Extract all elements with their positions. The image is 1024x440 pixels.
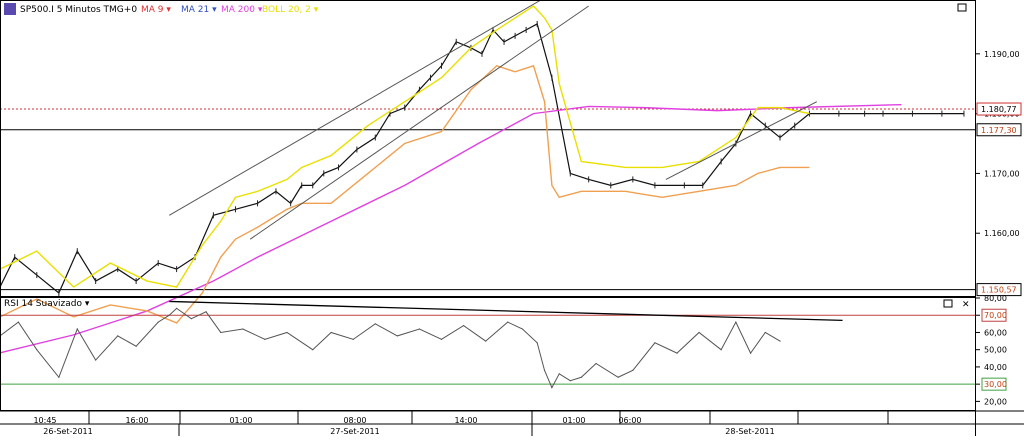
x-tick-label: 10:45 bbox=[33, 416, 56, 425]
rsi-point bbox=[543, 369, 546, 371]
ma9-label[interactable]: MA 9 ▾ bbox=[141, 5, 171, 15]
trading-chart: SP500.I 5 Minutos TMG+0 MA 9 ▾ MA 21 ▾ M… bbox=[0, 0, 1024, 436]
rsi-point bbox=[580, 376, 582, 378]
rsi-point bbox=[462, 324, 465, 327]
rsi-point bbox=[654, 342, 656, 344]
date-label: 28-Set-2011 bbox=[725, 427, 774, 436]
rsi-point bbox=[58, 376, 60, 378]
rsi-point bbox=[117, 335, 119, 337]
x-tick-label: 01:00 bbox=[562, 416, 585, 425]
rsi-frame bbox=[0, 297, 976, 411]
rsi-point bbox=[205, 311, 207, 313]
rsi-point bbox=[220, 331, 222, 334]
rsi-point bbox=[95, 359, 97, 361]
rsi-point bbox=[720, 349, 722, 351]
rsi-point bbox=[551, 387, 553, 389]
rsi-point bbox=[242, 328, 244, 330]
rsi-point bbox=[676, 352, 678, 354]
symbol-label[interactable]: SP500.I 5 Minutos TMG+0 bbox=[20, 5, 137, 15]
rsi-point bbox=[352, 338, 354, 340]
date-label: 26-Set-2011 bbox=[43, 427, 92, 436]
rsi-point bbox=[312, 349, 314, 351]
rsi-y-tick-label: 60,00 bbox=[984, 328, 1007, 337]
rsi-point bbox=[157, 321, 159, 323]
symbol-icon bbox=[4, 3, 16, 15]
rsi-point bbox=[558, 373, 560, 375]
rsi-point bbox=[418, 328, 421, 330]
date-label: 27-Set-2011 bbox=[330, 427, 379, 436]
rsi-point bbox=[374, 323, 376, 325]
rsi-point bbox=[595, 362, 597, 365]
rsi-trendline[interactable] bbox=[169, 300, 843, 322]
axes: ✕1.190,001.180,001.170,001.160,001.180,7… bbox=[0, 0, 1024, 436]
ma21-label[interactable]: MA 21 ▾ bbox=[181, 5, 217, 15]
rsi-point bbox=[485, 340, 487, 342]
boll-label[interactable]: BOLL 20, 2 ▾ bbox=[262, 5, 319, 15]
trendline[interactable] bbox=[249, 5, 589, 240]
maximize-icon[interactable] bbox=[957, 3, 967, 12]
rsi-point bbox=[521, 328, 524, 330]
rsi-y-tick-label: 80,00 bbox=[984, 294, 1007, 303]
rsi-point bbox=[632, 369, 634, 371]
rsi-point bbox=[76, 328, 78, 330]
ma200-label[interactable]: MA 200 ▾ bbox=[221, 5, 263, 15]
x-tick-label: 16:00 bbox=[125, 416, 148, 425]
rsi-point bbox=[330, 331, 332, 334]
chart-canvas: SP500.I 5 Minutos TMG+0 MA 9 ▾ MA 21 ▾ M… bbox=[0, 0, 1024, 436]
x-tick-label: 08:00 bbox=[343, 416, 366, 425]
close-icon[interactable]: ✕ bbox=[962, 300, 970, 310]
price-panel bbox=[0, 0, 975, 354]
rsi-level-label: 30,00 bbox=[984, 380, 1007, 389]
rsi-point bbox=[507, 321, 509, 323]
rsi-point bbox=[440, 338, 443, 340]
series-line bbox=[0, 5, 810, 288]
maximize-icon[interactable] bbox=[943, 299, 953, 308]
rsi-level-label: 70,00 bbox=[984, 311, 1007, 320]
rsi-y-tick-label: 50,00 bbox=[984, 346, 1007, 355]
rsi-point bbox=[396, 335, 398, 337]
y-tick-label: 1.170,00 bbox=[984, 169, 1020, 178]
rsi-point bbox=[569, 380, 571, 382]
price-legend: SP500.I 5 Minutos TMG+0 MA 9 ▾ MA 21 ▾ M… bbox=[4, 3, 319, 15]
rsi-point bbox=[190, 318, 192, 320]
rsi-point bbox=[168, 314, 170, 316]
rsi-point bbox=[536, 342, 538, 344]
rsi-y-tick-label: 20,00 bbox=[984, 397, 1007, 406]
x-tick-label: 01:00 bbox=[229, 416, 252, 425]
rsi-point bbox=[749, 352, 752, 354]
rsi-point bbox=[17, 321, 19, 323]
rsi-point bbox=[286, 331, 288, 334]
series-line bbox=[0, 64, 810, 324]
y-tick-label: 1.190,00 bbox=[984, 50, 1020, 59]
rsi-point bbox=[36, 349, 38, 351]
price-label: 1.177,30 bbox=[981, 126, 1017, 135]
rsi-title[interactable]: RSI 14 Suavizado ▾ bbox=[4, 299, 90, 309]
price-frame bbox=[0, 0, 976, 297]
y-tick-label: 1.160,00 bbox=[984, 229, 1020, 238]
x-tick-label: 14:00 bbox=[454, 416, 477, 425]
rsi-point bbox=[264, 338, 266, 340]
rsi-point bbox=[135, 345, 137, 347]
rsi-panel: RSI 14 Suavizado ▾ bbox=[0, 299, 975, 389]
rsi-point bbox=[735, 321, 737, 323]
rsi-point bbox=[176, 307, 178, 309]
rsi-point bbox=[698, 331, 700, 334]
price-label: 1.180,77 bbox=[981, 105, 1017, 114]
series-line bbox=[0, 23, 964, 294]
x-tick-label: 06:00 bbox=[618, 416, 641, 425]
rsi-point bbox=[764, 331, 766, 334]
rsi-point bbox=[779, 340, 781, 342]
rsi-y-tick-label: 40,00 bbox=[984, 363, 1007, 372]
rsi-point bbox=[617, 376, 619, 378]
